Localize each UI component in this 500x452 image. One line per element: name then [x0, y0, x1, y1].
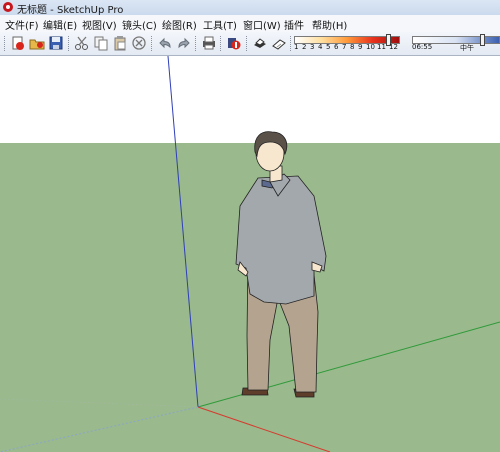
menu-edit[interactable]: 编辑(E) [43, 17, 77, 32]
toolbar-grip[interactable] [4, 36, 8, 51]
month-tick-label: 3 [310, 43, 315, 51]
month-tick-label: 6 [334, 43, 339, 51]
window-title: 无标题 - SketchUp Pro [17, 5, 124, 16]
menu-bar: 文件(F) 编辑(E) 视图(V) 镜头(C) 绘图(R) 工具(T) 窗口(W… [0, 15, 500, 33]
erase-icon[interactable] [131, 35, 147, 51]
month-tick-label: 4 [318, 43, 323, 51]
menu-window[interactable]: 窗口(W) [243, 17, 281, 32]
noon-label: 中午 [460, 44, 474, 52]
toolbar-separator [246, 36, 250, 51]
month-tick-label: 2 [302, 43, 307, 51]
time-label: 06:55 [412, 43, 433, 51]
toolbar-separator [151, 36, 155, 51]
menu-draw[interactable]: 绘图(R) [162, 17, 197, 32]
month-tick-label: 12 [389, 43, 398, 51]
paste-icon[interactable] [112, 35, 128, 51]
shadow-time-handle[interactable] [480, 34, 485, 46]
toolbar-separator [220, 36, 224, 51]
shadow-time-slider[interactable]: 06:55 中午 [412, 34, 500, 52]
month-tick-label: 5 [326, 43, 331, 51]
month-tick-label: 11 [377, 43, 386, 51]
fog-icon[interactable] [271, 35, 287, 51]
month-tick-label: 7 [342, 43, 347, 51]
undo-icon[interactable] [157, 35, 173, 51]
model-info-icon[interactable] [226, 35, 242, 51]
shadow-month-slider[interactable]: 1 2 3 4 5 6 7 8 9 10 11 12 [294, 34, 402, 52]
menu-plugins[interactable]: 插件 [284, 17, 304, 32]
new-icon[interactable] [10, 35, 26, 51]
toolbar-separator [68, 36, 72, 51]
month-tick-label: 1 [294, 43, 299, 51]
cut-icon[interactable] [74, 35, 90, 51]
month-tick-label: 10 [366, 43, 375, 51]
open-icon[interactable] [29, 35, 45, 51]
shadow-toggle-icon[interactable] [252, 35, 268, 51]
menu-tools[interactable]: 工具(T) [203, 17, 237, 32]
month-tick-label: 8 [350, 43, 355, 51]
menu-file[interactable]: 文件(F) [5, 17, 39, 32]
redo-icon[interactable] [176, 35, 192, 51]
toolbar-separator [195, 36, 199, 51]
menu-camera[interactable]: 镜头(C) [122, 17, 157, 32]
save-icon[interactable] [48, 35, 64, 51]
title-bar: 无标题 - SketchUp Pro [0, 0, 500, 16]
sky [0, 56, 500, 143]
sketchup-logo-icon [3, 2, 13, 12]
copy-icon[interactable] [93, 35, 109, 51]
print-icon[interactable] [201, 35, 217, 51]
menu-help[interactable]: 帮助(H) [312, 17, 347, 32]
month-tick-label: 9 [358, 43, 363, 51]
menu-view[interactable]: 视图(V) [82, 17, 117, 32]
modeling-viewport[interactable] [0, 56, 500, 452]
